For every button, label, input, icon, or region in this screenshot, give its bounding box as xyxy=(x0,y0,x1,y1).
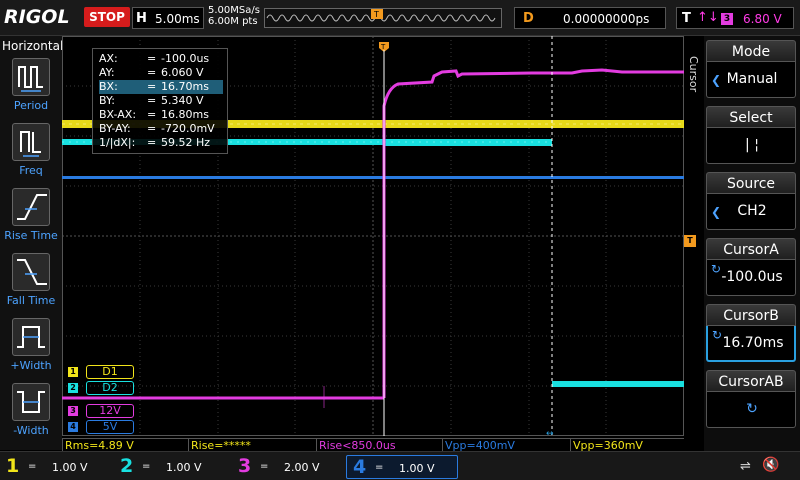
rise-time-icon xyxy=(12,188,50,226)
delay-box[interactable]: D 0.00000000ps xyxy=(514,7,666,29)
measurement-vpp-ch1[interactable]: Vpp=360mV xyxy=(570,438,684,452)
rise-time-label: Rise Time xyxy=(4,229,58,242)
brand-logo: RIGOL xyxy=(4,6,70,28)
trigger-edge-icon: ↑↓ xyxy=(697,10,719,25)
cursor-readout-box: AX: = -100.0us AY: = 6.060 V BX: = 16.70ms BY:… xyxy=(92,48,228,154)
sample-rate: 5.00MSa/s xyxy=(208,5,260,16)
ch1-coupling-icon: = xyxy=(28,461,37,472)
fall-time-icon xyxy=(12,253,50,291)
cursor-b-marker: ↔ xyxy=(546,429,554,436)
ch4-tag-number: 4 xyxy=(68,422,78,432)
measure-period-button[interactable]: Period xyxy=(0,58,62,122)
top-status-bar: RIGOL STOP H 5.00ms 5.00MSa/s 6.00M pts … xyxy=(0,0,800,36)
ch1-scale: 1.00 V xyxy=(52,461,88,474)
cursor-a-label: CursorA xyxy=(706,238,796,260)
source-label: Source xyxy=(706,172,796,194)
measure-rise-time-button[interactable]: Rise Time xyxy=(0,188,62,252)
pos-width-label: +Width xyxy=(10,359,52,372)
timebase-value: 5.00ms xyxy=(155,12,200,26)
trigger-level-marker[interactable]: T xyxy=(684,235,696,247)
fall-time-label: Fall Time xyxy=(6,294,56,307)
run-stop-button[interactable]: STOP xyxy=(84,7,130,27)
ch4-status[interactable]: 4 = 1.00 V xyxy=(346,455,458,479)
cursor-row-ax: AX: = -100.0us xyxy=(99,52,210,65)
knob-icon: ↻ xyxy=(746,401,758,417)
memory-depth: 6.00M pts xyxy=(208,16,258,27)
neg-width-label: -Width xyxy=(13,424,49,437)
mode-label: Mode xyxy=(706,40,796,62)
measure-fall-time-button[interactable]: Fall Time xyxy=(0,253,62,317)
cursor-row-by: BY: = 5.340 V xyxy=(99,94,204,107)
period-icon xyxy=(12,58,50,96)
ch1-tag-number: 1 xyxy=(68,367,78,377)
usb-icon: ⇌ xyxy=(740,459,751,474)
ch2-coupling-icon: = xyxy=(142,461,151,472)
ch2-number: 2 xyxy=(120,455,134,477)
memory-waveform-icon: T xyxy=(266,9,496,22)
mode-value: Manual xyxy=(726,71,778,87)
cursor-row-freq: 1/|dX|: = 59.52 Hz xyxy=(99,136,211,149)
timebase-box[interactable]: H 5.00ms xyxy=(132,7,204,29)
trigger-source: 3 xyxy=(721,13,733,25)
memory-overview-strip[interactable]: T xyxy=(264,8,502,28)
select-label: Select xyxy=(706,106,796,128)
left-panel-title: Horizontal xyxy=(2,39,64,53)
trigger-level: 6.80 V xyxy=(743,12,782,26)
ch2-tag-number: 2 xyxy=(68,383,78,393)
measure-neg-width-button[interactable]: -Width xyxy=(0,383,62,447)
pos-width-icon xyxy=(12,318,50,356)
measurement-rise-ch3[interactable]: Rise<850.0us xyxy=(316,438,442,452)
ch3-number: 3 xyxy=(238,455,252,477)
ch3-coupling-icon: = xyxy=(260,461,269,472)
ch3-status[interactable]: 3 = 2.00 V xyxy=(232,455,344,479)
ch2-waveform-low xyxy=(552,381,684,387)
ch2-status[interactable]: 2 = 1.00 V xyxy=(114,455,226,479)
ch3-tag-number: 3 xyxy=(68,406,78,416)
ch2-scale: 1.00 V xyxy=(166,461,202,474)
acquisition-info: 5.00MSa/s 6.00M pts xyxy=(208,5,260,27)
channel-status-bar: 1 = 1.00 V 2 = 1.00 V 3 = 2.00 V 4 = 1.0… xyxy=(0,451,800,480)
delay-value: 0.00000000ps xyxy=(563,12,650,26)
ch4-waveform xyxy=(62,176,684,179)
svg-text:T: T xyxy=(380,43,386,51)
trigger-label: T xyxy=(682,11,691,26)
freq-label: Freq xyxy=(19,164,43,177)
cursor-row-dy: BY-AY: = -720.0mV xyxy=(99,122,215,135)
menu-side-title: Cursor xyxy=(687,56,700,93)
ch1-tag[interactable]: D1 xyxy=(86,365,134,379)
ch4-coupling-icon: = xyxy=(375,462,384,473)
measure-pos-width-button[interactable]: +Width xyxy=(0,318,62,382)
period-label: Period xyxy=(13,99,49,112)
ch2-tag[interactable]: D2 xyxy=(86,381,134,395)
source-value: CH2 xyxy=(737,203,767,219)
ch3-scale: 2.00 V xyxy=(284,461,320,474)
speaker-muted-icon[interactable]: 🔇 xyxy=(762,457,779,473)
measure-freq-button[interactable]: Freq xyxy=(0,123,62,187)
timebase-label: H xyxy=(136,11,147,26)
freq-icon xyxy=(12,123,50,161)
cursor-row-bx: BX: = 16.70ms xyxy=(99,80,223,94)
ch1-status[interactable]: 1 = 1.00 V xyxy=(0,455,112,479)
ch3-tag[interactable]: 12V xyxy=(86,404,134,418)
ch4-number: 4 xyxy=(353,456,367,478)
measurement-bar: Rms=4.89 V Rise=***** Rise<850.0us Vpp=4… xyxy=(62,438,684,452)
horizontal-measure-panel: Horizontal Period Freq Rise Time Fall Ti… xyxy=(0,36,64,450)
neg-width-icon xyxy=(12,383,50,421)
svg-text:T: T xyxy=(373,10,379,19)
cursor-row-dx: BX-AX: = 16.80ms xyxy=(99,108,209,121)
cursor-row-ay: AY: = 6.060 V xyxy=(99,66,204,79)
measurement-rise-ch1[interactable]: Rise=***** xyxy=(188,438,316,452)
cursor-b-label: CursorB xyxy=(706,304,796,326)
ch4-scale: 1.00 V xyxy=(399,462,435,475)
ch4-tag[interactable]: 5V xyxy=(86,420,134,434)
measurement-rms[interactable]: Rms=4.89 V xyxy=(62,438,188,452)
cursor-a-value: -100.0us xyxy=(721,269,783,285)
trigger-box[interactable]: T ↑↓ 3 6.80 V xyxy=(676,7,794,29)
measurement-vpp-ch4[interactable]: Vpp=400mV xyxy=(442,438,570,452)
cursor-ab-label: CursorAB xyxy=(706,370,796,392)
select-value: | ¦ xyxy=(745,137,759,153)
delay-label: D xyxy=(523,11,534,26)
ch1-number: 1 xyxy=(6,455,20,477)
cursor-b-value: 16.70ms xyxy=(722,335,784,351)
